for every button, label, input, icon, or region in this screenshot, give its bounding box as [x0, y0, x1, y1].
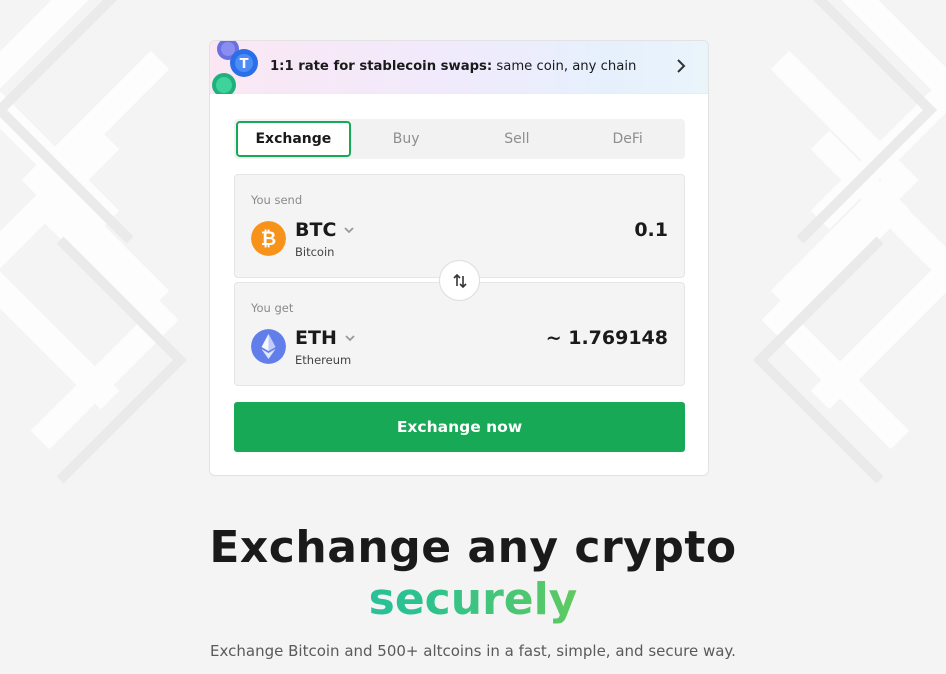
hero-accent-word: securely: [0, 574, 946, 625]
receive-amount: ~ 1.769148: [545, 327, 668, 349]
hero-subtitle: Exchange Bitcoin and 500+ altcoins in a …: [210, 642, 736, 660]
exchange-widget: T 1:1 rate for stablecoin swaps: same co…: [209, 40, 709, 476]
stablecoin-promo-banner[interactable]: T 1:1 rate for stablecoin swaps: same co…: [210, 41, 708, 94]
tab-sell[interactable]: Sell: [462, 121, 573, 157]
chevron-down-icon: [344, 227, 355, 234]
stablecoin-coins-illustration: T: [212, 41, 258, 94]
promo-text: 1:1 rate for stablecoin swaps: same coin…: [270, 59, 637, 74]
ethereum-icon: [251, 329, 286, 364]
send-coin-name: Bitcoin: [295, 245, 335, 259]
hero-title: Exchange any crypto: [209, 522, 737, 573]
receive-currency-selector[interactable]: ETH: [295, 327, 356, 349]
swap-arrows-icon: [452, 273, 467, 288]
mode-tabs: Exchange Buy Sell DeFi: [234, 119, 685, 159]
send-amount-input[interactable]: [448, 219, 668, 241]
receive-label: You get: [251, 301, 294, 315]
chevron-right-icon[interactable]: [674, 56, 688, 76]
chevron-down-icon: [345, 335, 355, 342]
receive-ticker: ETH: [295, 327, 337, 349]
send-currency-selector[interactable]: BTC: [295, 219, 355, 241]
tab-buy[interactable]: Buy: [351, 121, 462, 157]
send-ticker: BTC: [295, 219, 337, 241]
receive-coin-name: Ethereum: [295, 353, 352, 367]
tab-defi[interactable]: DeFi: [572, 121, 683, 157]
send-label: You send: [251, 193, 303, 207]
swap-direction-button[interactable]: [439, 260, 480, 301]
svg-text:₿: ₿: [261, 228, 276, 250]
exchange-now-button[interactable]: Exchange now: [234, 402, 685, 452]
bitcoin-icon: ₿: [251, 221, 286, 256]
tab-exchange[interactable]: Exchange: [236, 121, 351, 157]
svg-text:T: T: [240, 57, 249, 72]
